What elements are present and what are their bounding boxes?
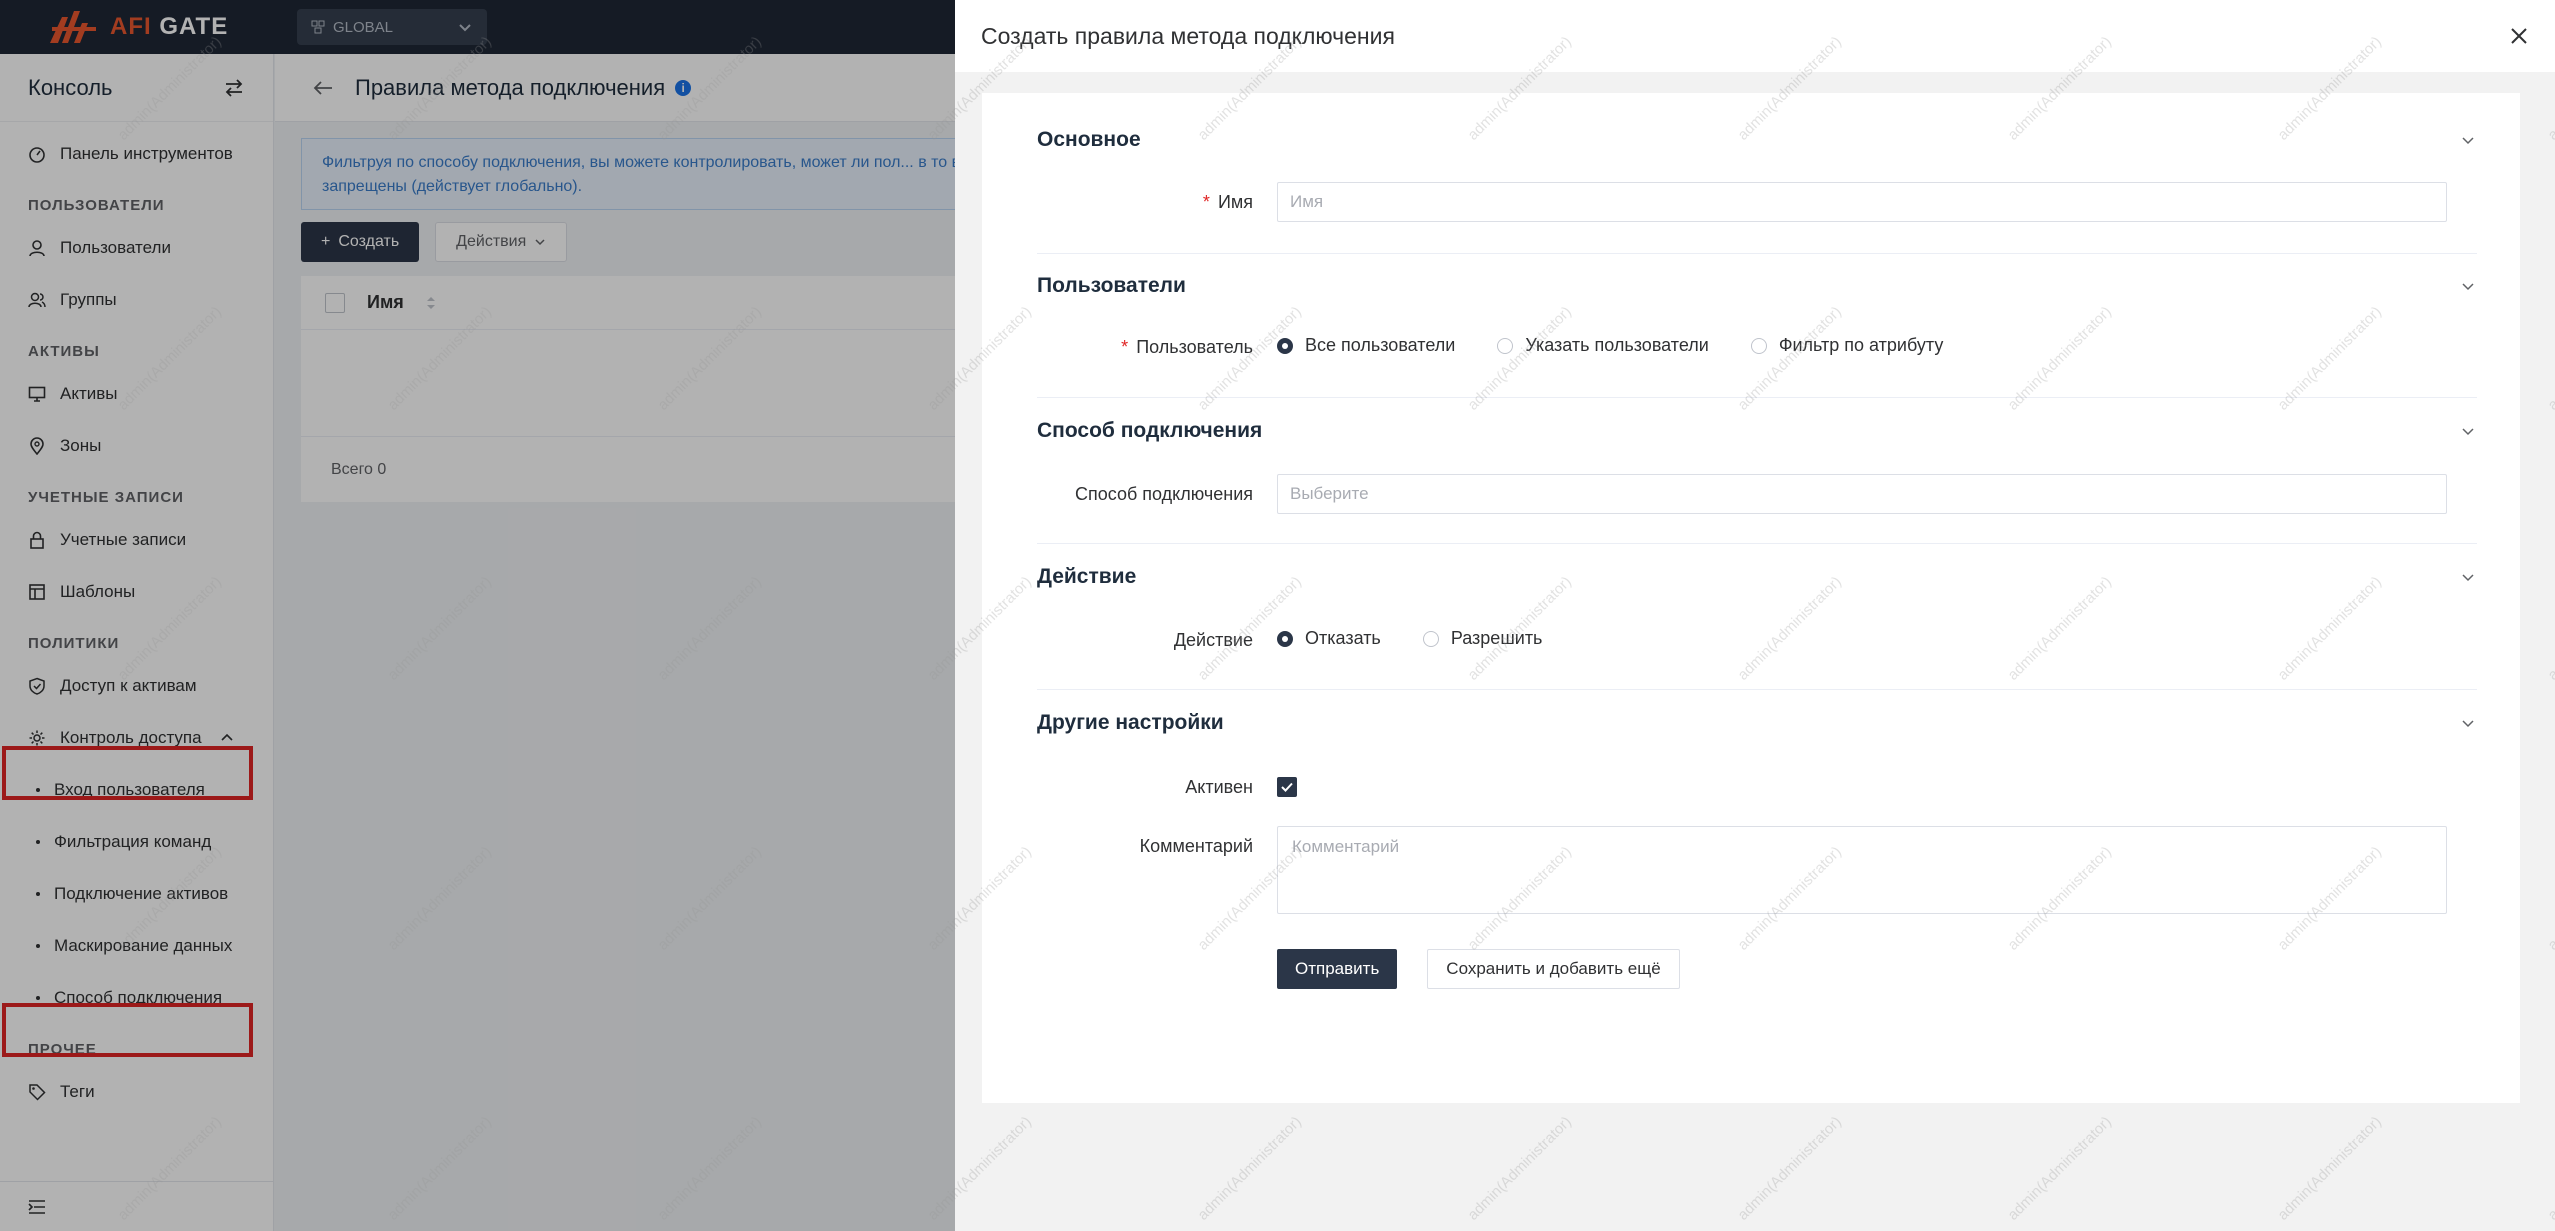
name-label: * Имя [1202,191,1253,212]
drawer-header: Создать правила метода подключения [955,0,2555,72]
radio-option-label: Отказать [1305,628,1381,649]
required-mark: * [1202,191,1210,212]
chevron-down-icon [2462,283,2474,291]
section-title: Другие настройки [1037,711,1224,734]
checkmark-icon [1281,782,1293,792]
section-users[interactable]: Пользователи [1037,268,2477,304]
name-input[interactable] [1277,182,2447,222]
action-row: Действие Отказать Разрешить [1037,622,2477,658]
active-row: Активен [1037,769,2477,805]
radio-option[interactable]: Фильтр по атрибуту [1750,335,1944,356]
close-icon[interactable] [2509,26,2529,46]
form-buttons-row: Отправить Сохранить и добавить ещё [1037,949,2477,989]
radio-unchecked-icon [1497,337,1514,354]
section-title: Основное [1037,128,1141,151]
comment-textarea[interactable] [1277,826,2447,914]
chevron-down-icon [2462,574,2474,582]
chevron-down-icon [2462,428,2474,436]
radio-unchecked-icon [1750,337,1767,354]
section-divider [1037,397,2477,398]
save-and-add-button[interactable]: Сохранить и добавить ещё [1427,949,1680,989]
section-title: Действие [1037,565,1137,588]
active-checkbox[interactable] [1277,777,1297,797]
create-rule-drawer: Создать правила метода подключения Основ… [955,0,2555,1231]
section-action[interactable]: Действие [1037,559,2477,595]
section-basic[interactable]: Основное [1037,122,2477,158]
section-title: Способ подключения [1037,419,1263,442]
action-label: Действие [1173,629,1253,650]
radio-option-label: Фильтр по атрибуту [1778,335,1944,356]
section-title: Пользователи [1037,274,1186,297]
section-connect-method[interactable]: Способ подключения [1037,413,2477,449]
user-row: * Пользователь Все пользователи Указать по… [1037,329,2477,365]
radio-option-label: Разрешить [1450,628,1543,649]
section-divider [1037,543,2477,544]
radio-option[interactable]: Указать пользователи [1497,335,1709,356]
section-divider [1037,253,2477,254]
radio-option[interactable]: Отказать [1277,628,1381,649]
drawer-title: Создать правила метода подключения [981,22,1395,49]
user-radio-group: Все пользователи Указать пользователи Филь… [1277,335,1985,359]
modal-overlay[interactable] [0,0,955,1231]
active-label: Активен [1185,776,1253,797]
connect-method-label: Способ подключения [1075,483,1253,504]
user-label: * Пользователь [1121,336,1253,357]
connect-method-row: Способ подключения [1037,474,2477,514]
comment-label: Комментарий [1139,836,1253,856]
required-mark: * [1121,336,1129,357]
comment-row: Комментарий [1037,826,2477,914]
radio-option[interactable]: Все пользователи [1277,335,1455,356]
action-radio-group: Отказать Разрешить [1277,628,1584,652]
chevron-down-icon [2462,720,2474,728]
radio-option-label: Все пользователи [1305,335,1456,356]
connect-method-select[interactable] [1277,474,2447,514]
section-other[interactable]: Другие настройки [1037,705,2477,741]
name-row: * Имя [1037,182,2477,222]
radio-checked-icon [1277,337,1293,354]
submit-button[interactable]: Отправить [1277,949,1398,989]
radio-option[interactable]: Разрешить [1422,628,1543,649]
chevron-down-icon [2462,137,2474,145]
radio-option-label: Указать пользователи [1525,335,1709,356]
radio-checked-icon [1277,630,1293,647]
section-divider [1037,689,2477,690]
radio-unchecked-icon [1422,630,1439,647]
form-card: Основное *Имя Пользователи *Пользователь… [982,93,2520,1103]
